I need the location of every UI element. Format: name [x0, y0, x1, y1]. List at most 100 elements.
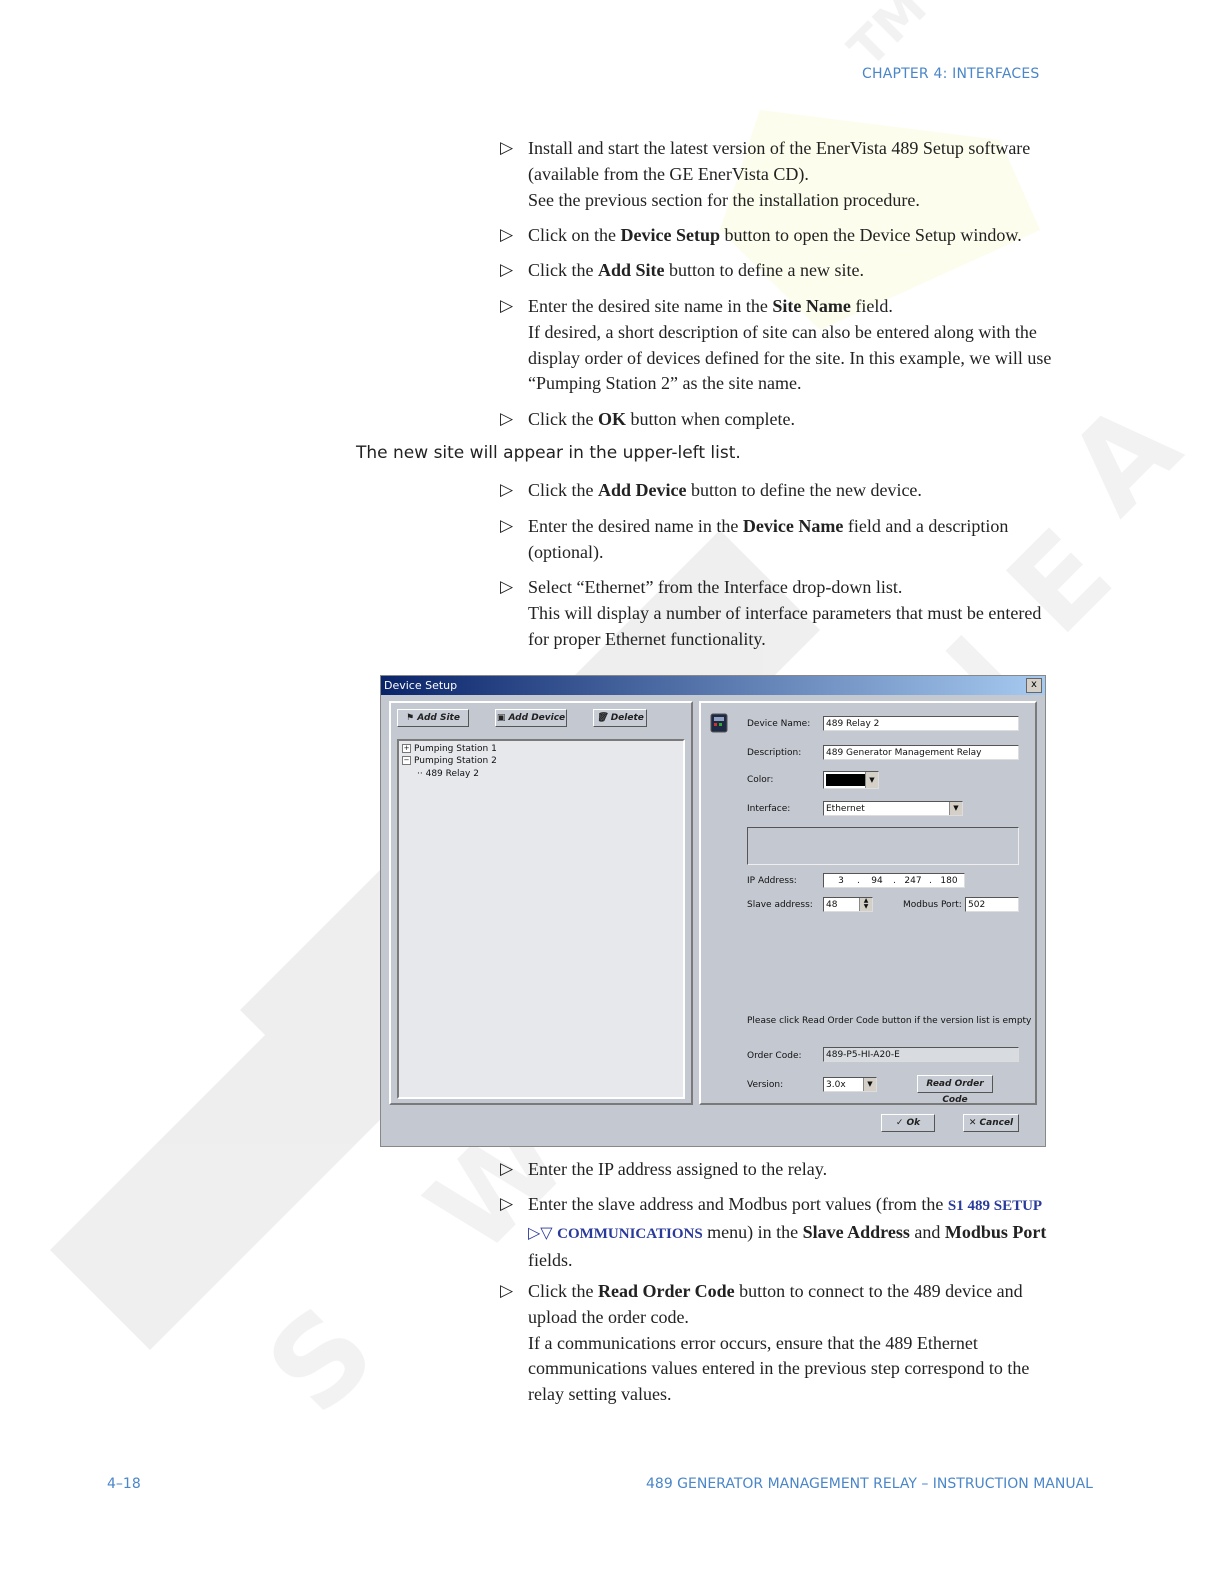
- read-order-code-button[interactable]: Read Order Code: [917, 1075, 993, 1105]
- step-text: (optional).: [528, 541, 604, 562]
- step-text: Install and start the latest version of …: [528, 138, 1031, 158]
- step-arrow-icon: ▷: [500, 409, 514, 429]
- step-arrow-icon: ▷: [500, 577, 514, 597]
- ip-octet: 3: [838, 876, 844, 886]
- ip-dot: .: [929, 876, 932, 886]
- close-icon[interactable]: x: [1026, 678, 1042, 693]
- step-bold: Site Name: [772, 296, 851, 316]
- step-bold: Add Device: [598, 480, 687, 500]
- color-swatch: [826, 774, 866, 786]
- ok-label: Ok: [906, 1118, 921, 1128]
- version-label: Version:: [747, 1080, 784, 1090]
- add-site-button[interactable]: ⚑ Add Site: [397, 709, 469, 727]
- step-device-setup: ▷ Click on the Device Setup button to op…: [500, 223, 1080, 249]
- step-arrow-icon: ▷: [500, 1281, 514, 1301]
- step-arrow-icon: ▷: [500, 516, 514, 536]
- step-bold: Read Order Code: [598, 1281, 735, 1301]
- menu-arrow-icon: ▷▽: [528, 1222, 553, 1242]
- description-label: Description:: [747, 748, 802, 758]
- step-device-name: ▷ Enter the desired name in the Device N…: [500, 514, 1080, 566]
- step-bold: Device Name: [742, 516, 844, 536]
- step-text: button to connect to the 489 device and: [734, 1281, 1023, 1301]
- cancel-button[interactable]: ✕ Cancel: [963, 1114, 1019, 1132]
- step-text: for proper Ethernet functionality.: [528, 628, 766, 649]
- step-text: Click on the: [528, 225, 621, 245]
- device-name-field[interactable]: 489 Relay 2: [823, 716, 1019, 731]
- modbus-port-field[interactable]: 502: [965, 897, 1019, 912]
- dropdown-arrow-icon[interactable]: ▼: [865, 772, 878, 788]
- delete-button[interactable]: 🗑 Delete: [593, 709, 647, 727]
- color-label: Color:: [747, 775, 774, 785]
- site-panel: ⚑ Add Site ▣ Add Device 🗑 Delete + Pumpin…: [389, 701, 693, 1105]
- spinner-icon[interactable]: ▲ ▼: [859, 898, 872, 911]
- read-order-hint: Please click Read Order Code button if t…: [747, 1016, 1032, 1026]
- step-text: field and a description: [843, 516, 1009, 536]
- description-field[interactable]: 489 Generator Management Relay: [823, 745, 1019, 760]
- slave-address-field[interactable]: 48 ▲ ▼: [823, 897, 873, 912]
- expand-icon[interactable]: +: [402, 744, 411, 753]
- relay-icon: [710, 713, 728, 733]
- step-text: button to define the new device.: [686, 480, 922, 500]
- step-site-name: ▷ Enter the desired site name in the Sit…: [500, 294, 1080, 397]
- ip-octet: 247: [904, 876, 922, 886]
- note-new-site: The new site will appear in the upper-le…: [356, 443, 741, 463]
- dialog-title-bar: Device Setup: [381, 676, 1045, 695]
- menu-path: S1 489 SETUP: [947, 1198, 1043, 1214]
- step-add-device: ▷ Click the Add Device button to define …: [500, 478, 1080, 504]
- step-text: Click the: [528, 1281, 598, 1301]
- step-text: If a communications error occurs, ensure…: [528, 1332, 978, 1353]
- step-arrow-icon: ▷: [500, 1159, 514, 1179]
- step-text: If desired, a short description of site …: [528, 321, 1037, 342]
- step-arrow-icon: ▷: [500, 225, 514, 245]
- step-text: button to open the Device Setup window.: [719, 225, 1022, 245]
- modbus-port-label: Modbus Port:: [903, 900, 962, 910]
- tree-connector: ··: [417, 769, 426, 779]
- tree-label: 489 Relay 2: [425, 769, 479, 779]
- tree-item-site-2[interactable]: − Pumping Station 2: [402, 756, 497, 766]
- cancel-label: Cancel: [979, 1118, 1014, 1128]
- device-icon: ▣: [496, 713, 509, 723]
- color-picker[interactable]: ▼: [823, 771, 879, 789]
- collapse-icon[interactable]: −: [402, 756, 411, 765]
- device-panel: Device Name: 489 Relay 2 Description: 48…: [699, 701, 1037, 1105]
- step-text: Click the: [528, 409, 598, 429]
- dropdown-arrow-icon[interactable]: ▼: [863, 1078, 876, 1091]
- page-number: 4–18: [107, 1476, 141, 1492]
- add-site-label: Add Site: [417, 713, 460, 723]
- ip-dot: .: [893, 876, 896, 886]
- step-text: Click the: [528, 480, 598, 500]
- tree-item-device[interactable]: ·· 489 Relay 2: [417, 769, 479, 779]
- step-text: button to define a new site.: [664, 260, 864, 280]
- step-bold: Modbus Port: [944, 1221, 1047, 1242]
- ip-address-field[interactable]: 3 . 94 . 247 . 180: [823, 873, 965, 888]
- interface-select[interactable]: Ethernet ▼: [823, 801, 963, 816]
- ip-dot: .: [857, 876, 860, 886]
- version-value: 3.0x: [826, 1080, 846, 1090]
- device-name-label: Device Name:: [747, 719, 811, 729]
- ip-address-label: IP Address:: [747, 876, 797, 886]
- step-arrow-icon: ▷: [500, 1194, 514, 1214]
- step-ok: ▷ Click the OK button when complete.: [500, 407, 1080, 433]
- step-bold: Add Site: [598, 260, 665, 280]
- interface-value: Ethernet: [826, 804, 865, 814]
- step-slave-modbus: ▷ Enter the slave address and Modbus por…: [500, 1192, 1080, 1273]
- check-icon: ✓: [895, 1118, 907, 1128]
- add-device-button[interactable]: ▣ Add Device: [495, 709, 567, 727]
- ok-button[interactable]: ✓ Ok: [881, 1114, 935, 1132]
- step-text: Enter the slave address and Modbus port …: [528, 1194, 948, 1214]
- step-bold: OK: [598, 409, 627, 429]
- site-tree: + Pumping Station 1 − Pumping Station 2 ··…: [397, 739, 685, 1099]
- step-arrow-icon: ▷: [500, 296, 514, 316]
- step-ip-address: ▷ Enter the IP address assigned to the r…: [500, 1157, 1080, 1183]
- svg-text:S: S: [242, 1281, 401, 1440]
- step-bold: Slave Address: [802, 1221, 910, 1242]
- ip-octet: 180: [940, 876, 958, 886]
- tree-item-site-1[interactable]: + Pumping Station 1: [402, 744, 497, 754]
- menu-path: COMMUNICATIONS: [557, 1225, 703, 1242]
- order-code-field[interactable]: 489-P5-HI-A20-E: [823, 1047, 1019, 1062]
- tree-label: Pumping Station 2: [414, 756, 497, 766]
- slave-address-label: Slave address:: [747, 900, 813, 910]
- manual-title: 489 GENERATOR MANAGEMENT RELAY – INSTRUC…: [646, 1476, 1093, 1492]
- version-select[interactable]: 3.0x ▼: [823, 1077, 877, 1092]
- dropdown-arrow-icon[interactable]: ▼: [949, 802, 962, 815]
